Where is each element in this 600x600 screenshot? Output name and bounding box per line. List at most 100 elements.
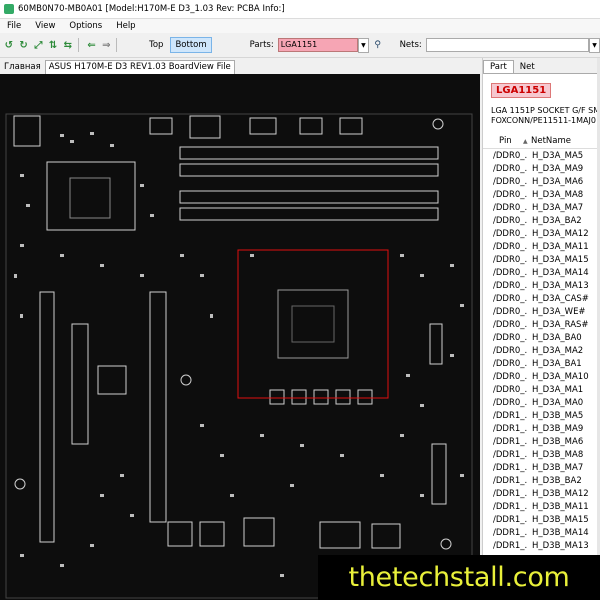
pin-cell: /DDR0_... <box>493 215 527 226</box>
netname-cell: H_D3A_MA13 <box>532 280 589 291</box>
table-row[interactable]: /DDR0_... H_D3A_MA0 <box>483 396 600 409</box>
parts-search-input[interactable]: LGA1151 <box>277 38 359 52</box>
table-row[interactable]: /DDR0_... H_D3A_BA0 <box>483 331 600 344</box>
table-row[interactable]: /DDR0_... H_D3A_CAS# <box>483 292 600 305</box>
mounting-hole <box>440 538 452 550</box>
table-row[interactable]: /DDR1_... H_D3B_BA2 <box>483 474 600 487</box>
table-row[interactable]: /DDR0_... H_D3A_MA1 <box>483 383 600 396</box>
table-row[interactable]: /DDR0_... H_D3A_MA10 <box>483 370 600 383</box>
zoom-fit-icon[interactable]: ⤢ <box>32 39 44 51</box>
netname-cell: H_D3B_MA5 <box>532 410 584 421</box>
pin-cell: /DDR0_... <box>493 176 527 187</box>
back-icon[interactable]: ⇐ <box>86 39 98 51</box>
title-bar: 60MB0N70-MB0A01 [Model:H170M-E D3_1.03 R… <box>0 0 600 19</box>
table-row[interactable]: /DDR0_... H_D3A_MA11 <box>483 240 600 253</box>
netname-cell: H_D3A_MA11 <box>532 241 589 252</box>
pin-cell: /DDR1_... <box>493 501 527 512</box>
mounting-hole <box>14 478 26 490</box>
vrm-component <box>269 389 285 405</box>
table-row[interactable]: /DDR1_... H_D3B_MA8 <box>483 448 600 461</box>
table-row[interactable]: /DDR1_... H_D3B_MA7 <box>483 461 600 474</box>
netname-cell: H_D3B_MA6 <box>532 436 584 447</box>
pin-cell: /DDR0_... <box>493 254 527 265</box>
pin-cell: /DDR1_... <box>493 527 527 538</box>
part-description-line: LGA 1151P SOCKET G/F SM <box>491 106 600 115</box>
table-row[interactable]: /DDR0_... H_D3A_MA9 <box>483 162 600 175</box>
pcb-layout <box>5 113 473 599</box>
chip-outline <box>97 365 127 395</box>
pin-table-header: Pin ▲ NetName <box>483 134 600 149</box>
menu-file[interactable]: File <box>0 21 28 31</box>
netname-cell: H_D3B_MA12 <box>532 488 589 499</box>
table-row[interactable]: /DDR0_... H_D3A_MA2 <box>483 344 600 357</box>
table-row[interactable]: /DDR0_... H_D3A_BA2 <box>483 214 600 227</box>
table-row[interactable]: /DDR1_... H_D3B_MA11 <box>483 500 600 513</box>
pin-cell: /DDR1_... <box>493 475 527 486</box>
netname-cell: H_D3A_MA2 <box>532 345 584 356</box>
dimm-slot <box>179 146 439 160</box>
boardview-file-tab[interactable]: ASUS H170M-E D3 REV1.03 BoardView File <box>44 60 235 74</box>
table-row[interactable]: /DDR1_... H_D3B_MA6 <box>483 435 600 448</box>
menu-help[interactable]: Help <box>109 21 142 31</box>
pin-cell: /DDR0_... <box>493 371 527 382</box>
home-tab[interactable]: Главная <box>0 62 45 74</box>
header-connector <box>431 443 447 505</box>
table-row[interactable]: /DDR0_... H_D3A_MA12 <box>483 227 600 240</box>
dimm-slot <box>179 163 439 177</box>
nets-search-input[interactable] <box>425 38 590 52</box>
netname-cell: H_D3B_MA7 <box>532 462 584 473</box>
filter-icon[interactable]: ⚲ <box>372 39 384 51</box>
table-row[interactable]: /DDR1_... H_D3B_MA9 <box>483 422 600 435</box>
board-view-canvas[interactable] <box>0 74 480 600</box>
pin-cell: /DDR0_... <box>493 228 527 239</box>
cpu-socket-center <box>291 305 335 343</box>
forward-icon[interactable]: ⇒ <box>100 39 112 51</box>
dimm-slot <box>179 190 439 204</box>
connector <box>371 523 401 549</box>
table-row[interactable]: /DDR1_... H_D3B_MA12 <box>483 487 600 500</box>
tab-net[interactable]: Net <box>514 61 541 73</box>
tab-part[interactable]: Part <box>483 60 514 73</box>
netname-cell: H_D3A_BA1 <box>532 358 582 369</box>
table-row[interactable]: /DDR0_... H_D3A_WE# <box>483 305 600 318</box>
toolbar-separator <box>116 38 118 52</box>
menu-view[interactable]: View <box>28 21 62 31</box>
rotate-left-icon[interactable]: ↺ <box>3 39 15 51</box>
nets-dropdown-icon[interactable]: ▼ <box>589 37 600 53</box>
netname-cell: H_D3B_MA11 <box>532 501 589 512</box>
sort-up-icon: ▲ <box>523 137 528 145</box>
column-header-netname[interactable]: NetName <box>531 136 571 146</box>
pin-cell: /DDR1_... <box>493 514 527 525</box>
vrm-component <box>335 389 351 405</box>
flip-icon[interactable]: ⇅ <box>47 39 59 51</box>
chip-bga <box>69 177 111 219</box>
table-row[interactable]: /DDR1_... H_D3B_MA5 <box>483 409 600 422</box>
netname-cell: H_D3A_MA10 <box>532 371 589 382</box>
table-row[interactable]: /DDR0_... H_D3A_RAS# <box>483 318 600 331</box>
table-row[interactable]: /DDR0_... H_D3A_MA7 <box>483 201 600 214</box>
rotate-right-icon[interactable]: ↻ <box>18 39 30 51</box>
table-row[interactable]: /DDR1_... H_D3B_MA15 <box>483 513 600 526</box>
table-row[interactable]: /DDR0_... H_D3A_MA14 <box>483 266 600 279</box>
table-row[interactable]: /DDR1_... H_D3B_MA14 <box>483 526 600 539</box>
pin-cell: /DDR0_... <box>493 306 527 317</box>
parts-dropdown-icon[interactable]: ▼ <box>358 37 369 53</box>
top-layer-button[interactable]: Top <box>145 38 167 52</box>
table-row[interactable]: /DDR0_... H_D3A_MA6 <box>483 175 600 188</box>
table-row[interactable]: /DDR0_... H_D3A_BA1 <box>483 357 600 370</box>
mirror-icon[interactable]: ⇆ <box>62 39 74 51</box>
netname-cell: H_D3B_MA13 <box>532 540 589 551</box>
table-row[interactable]: /DDR0_... H_D3A_MA8 <box>483 188 600 201</box>
netname-cell: H_D3A_MA8 <box>532 189 584 200</box>
table-row[interactable]: /DDR1_... H_D3B_MA13 <box>483 539 600 552</box>
table-row[interactable]: /DDR0_... H_D3A_MA15 <box>483 253 600 266</box>
menu-options[interactable]: Options <box>62 21 109 31</box>
bottom-layer-button[interactable]: Bottom <box>170 37 212 53</box>
pin-cell: /DDR0_... <box>493 332 527 343</box>
connector <box>243 517 275 547</box>
toolbar: ↺ ↻ ⤢ ⇅ ⇆ ⇐ ⇒ Top Bottom Parts: LGA1151 … <box>0 33 600 58</box>
table-row[interactable]: /DDR0_... H_D3A_MA13 <box>483 279 600 292</box>
pin-cell: /DDR0_... <box>493 163 527 174</box>
table-row[interactable]: /DDR0_... H_D3A_MA5 <box>483 149 600 162</box>
part-description: LGA 1151P SOCKET G/F SM FOXCONN/PE11511-… <box>491 106 600 126</box>
